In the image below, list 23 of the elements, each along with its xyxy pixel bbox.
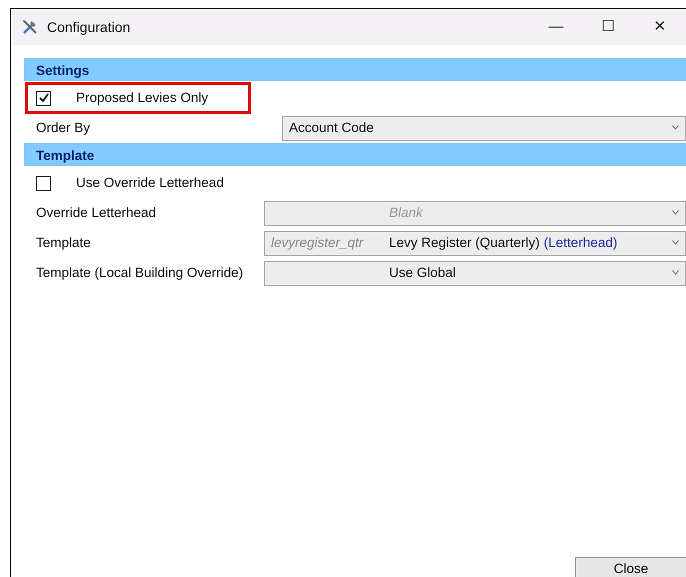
caret-icon <box>672 210 679 216</box>
field-label: Override Letterhead <box>36 204 158 222</box>
window-title: Configuration <box>47 18 130 37</box>
close-button[interactable]: ✕ <box>634 16 686 38</box>
dropdown[interactable]: Account Code <box>282 116 686 140</box>
checkbox[interactable] <box>36 176 51 190</box>
maximize-button[interactable]: ☐ <box>582 16 634 38</box>
checkbox-label: Proposed Levies Only <box>76 88 208 107</box>
field-label: Template (Local Building Override) <box>36 264 244 282</box>
close-button[interactable]: Close <box>575 557 686 577</box>
field-label: Order By <box>36 118 92 137</box>
section-header: Settings <box>24 58 686 81</box>
caret-icon <box>672 240 679 246</box>
dropdown[interactable]: levyregister_qtr Levy Register (Quarterly) (Letterhead) <box>264 230 686 256</box>
tools-icon <box>21 18 39 36</box>
caret-icon <box>672 125 679 130</box>
section-header: Template <box>24 143 686 166</box>
field-label: Template <box>36 234 92 252</box>
caret-icon <box>672 270 679 276</box>
minimize-button[interactable]: — <box>530 16 582 38</box>
checkbox-label: Use Override Letterhead <box>76 174 224 192</box>
checkbox[interactable] <box>36 90 51 106</box>
dropdown[interactable]: Use Global <box>264 260 686 286</box>
